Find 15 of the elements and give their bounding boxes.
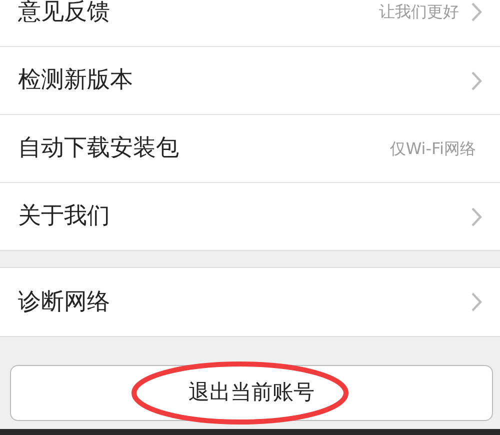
row-label: 诊断网络: [18, 288, 111, 317]
chevron-right-icon: [471, 292, 482, 312]
settings-row[interactable]: 检测新版本: [0, 46, 500, 114]
row-label: 关于我们: [18, 202, 111, 232]
settings-row[interactable]: 诊断网络: [0, 268, 500, 336]
row-label: 自动下载安装包: [18, 134, 180, 164]
chevron-right-icon: [471, 2, 482, 22]
row-value: 仅Wi-Fi网络: [390, 138, 476, 160]
row-label: 检测新版本: [18, 66, 134, 96]
chevron-right-icon: [471, 206, 482, 226]
settings-row[interactable]: 关于我们: [0, 182, 500, 250]
row-value: 让我们更好: [379, 1, 459, 23]
logout-button[interactable]: 退出当前账号: [10, 365, 493, 421]
settings-row[interactable]: 自动下载安装包 仅Wi-Fi网络: [0, 114, 500, 182]
chevron-right-icon: [471, 70, 482, 90]
